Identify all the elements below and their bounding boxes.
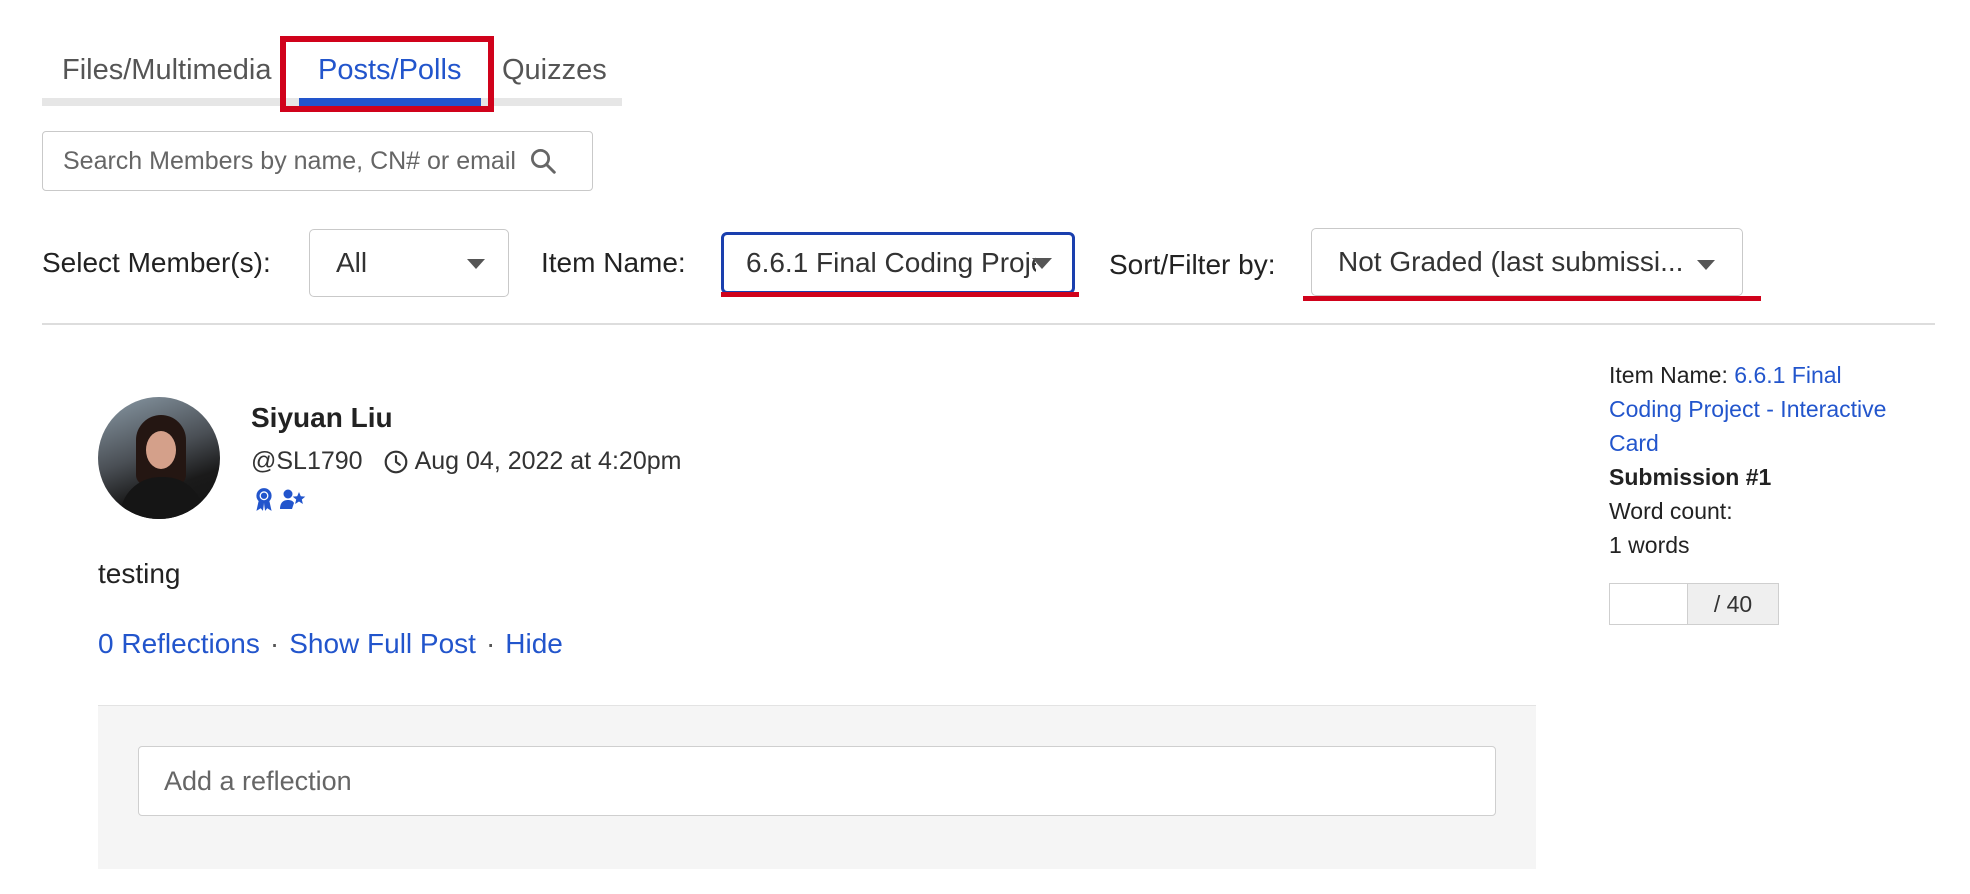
- post-meta: @SL1790 Aug 04, 2022 at 4:20pm: [251, 447, 681, 476]
- reflection-panel: [98, 705, 1536, 869]
- sort-filter-label: Sort/Filter by:: [1109, 249, 1276, 280]
- annotation-underline: [1303, 296, 1761, 301]
- submission-number: Submission #1: [1609, 464, 1772, 490]
- item-name-label: Item Name:: [541, 247, 686, 278]
- grade-field: / 40: [1609, 583, 1779, 625]
- member-select-value: All: [336, 247, 368, 278]
- item-name-select-value: 6.6.1 Final Coding Project - Interactive…: [746, 247, 1036, 278]
- sort-filter-select[interactable]: Not Graded (last submissi...: [1311, 228, 1743, 296]
- separator: ·: [269, 628, 280, 659]
- tab-quizzes[interactable]: Quizzes: [502, 54, 607, 87]
- section-divider: [42, 323, 1935, 325]
- annotation-underline: [721, 292, 1079, 297]
- show-full-post-link[interactable]: Show Full Post: [289, 628, 476, 659]
- annotation-highlight-box: [280, 36, 494, 112]
- user-star-icon[interactable]: [280, 486, 306, 512]
- post-actions: 0 Reflections · Show Full Post · Hide: [98, 628, 563, 660]
- tab-files-multimedia[interactable]: Files/Multimedia: [62, 54, 272, 87]
- search-icon[interactable]: [528, 146, 558, 176]
- item-name-select[interactable]: 6.6.1 Final Coding Project - Interactive…: [721, 232, 1075, 294]
- avatar[interactable]: [98, 397, 220, 519]
- hide-link[interactable]: Hide: [505, 628, 563, 659]
- avatar-body: [120, 477, 204, 519]
- grade-input[interactable]: [1610, 584, 1688, 624]
- member-select[interactable]: All: [309, 229, 509, 297]
- award-ribbon-icon[interactable]: [251, 486, 277, 512]
- clock-icon: [384, 450, 407, 473]
- member-search: [42, 131, 593, 191]
- side-item-name-label: Item Name:: [1609, 362, 1728, 388]
- word-count-label: Word count:: [1609, 498, 1733, 524]
- chevron-down-icon: [467, 259, 485, 269]
- word-count-value: 1 words: [1609, 532, 1690, 558]
- search-input[interactable]: [63, 146, 523, 176]
- grade-max-points: / 40: [1688, 584, 1778, 624]
- chevron-down-icon: [1032, 258, 1052, 269]
- post-timestamp: Aug 04, 2022 at 4:20pm: [414, 447, 682, 475]
- post-body-text: testing: [98, 558, 181, 589]
- post-badges: [251, 486, 306, 512]
- side-item-name: Item Name: 6.6.1 Final Coding Project - …: [1609, 358, 1899, 460]
- submission-info-panel: Item Name: 6.6.1 Final Coding Project - …: [1609, 358, 1899, 562]
- separator: ·: [485, 628, 496, 659]
- avatar-face: [146, 431, 176, 469]
- reflection-input[interactable]: [138, 746, 1496, 816]
- post-author-name[interactable]: Siyuan Liu: [251, 402, 393, 434]
- reflections-link[interactable]: 0 Reflections: [98, 628, 260, 659]
- select-member-label: Select Member(s):: [42, 247, 271, 278]
- chevron-down-icon: [1697, 260, 1715, 270]
- sort-filter-select-value: Not Graded (last submissi...: [1338, 246, 1684, 277]
- post-author-handle: @SL1790: [251, 447, 363, 475]
